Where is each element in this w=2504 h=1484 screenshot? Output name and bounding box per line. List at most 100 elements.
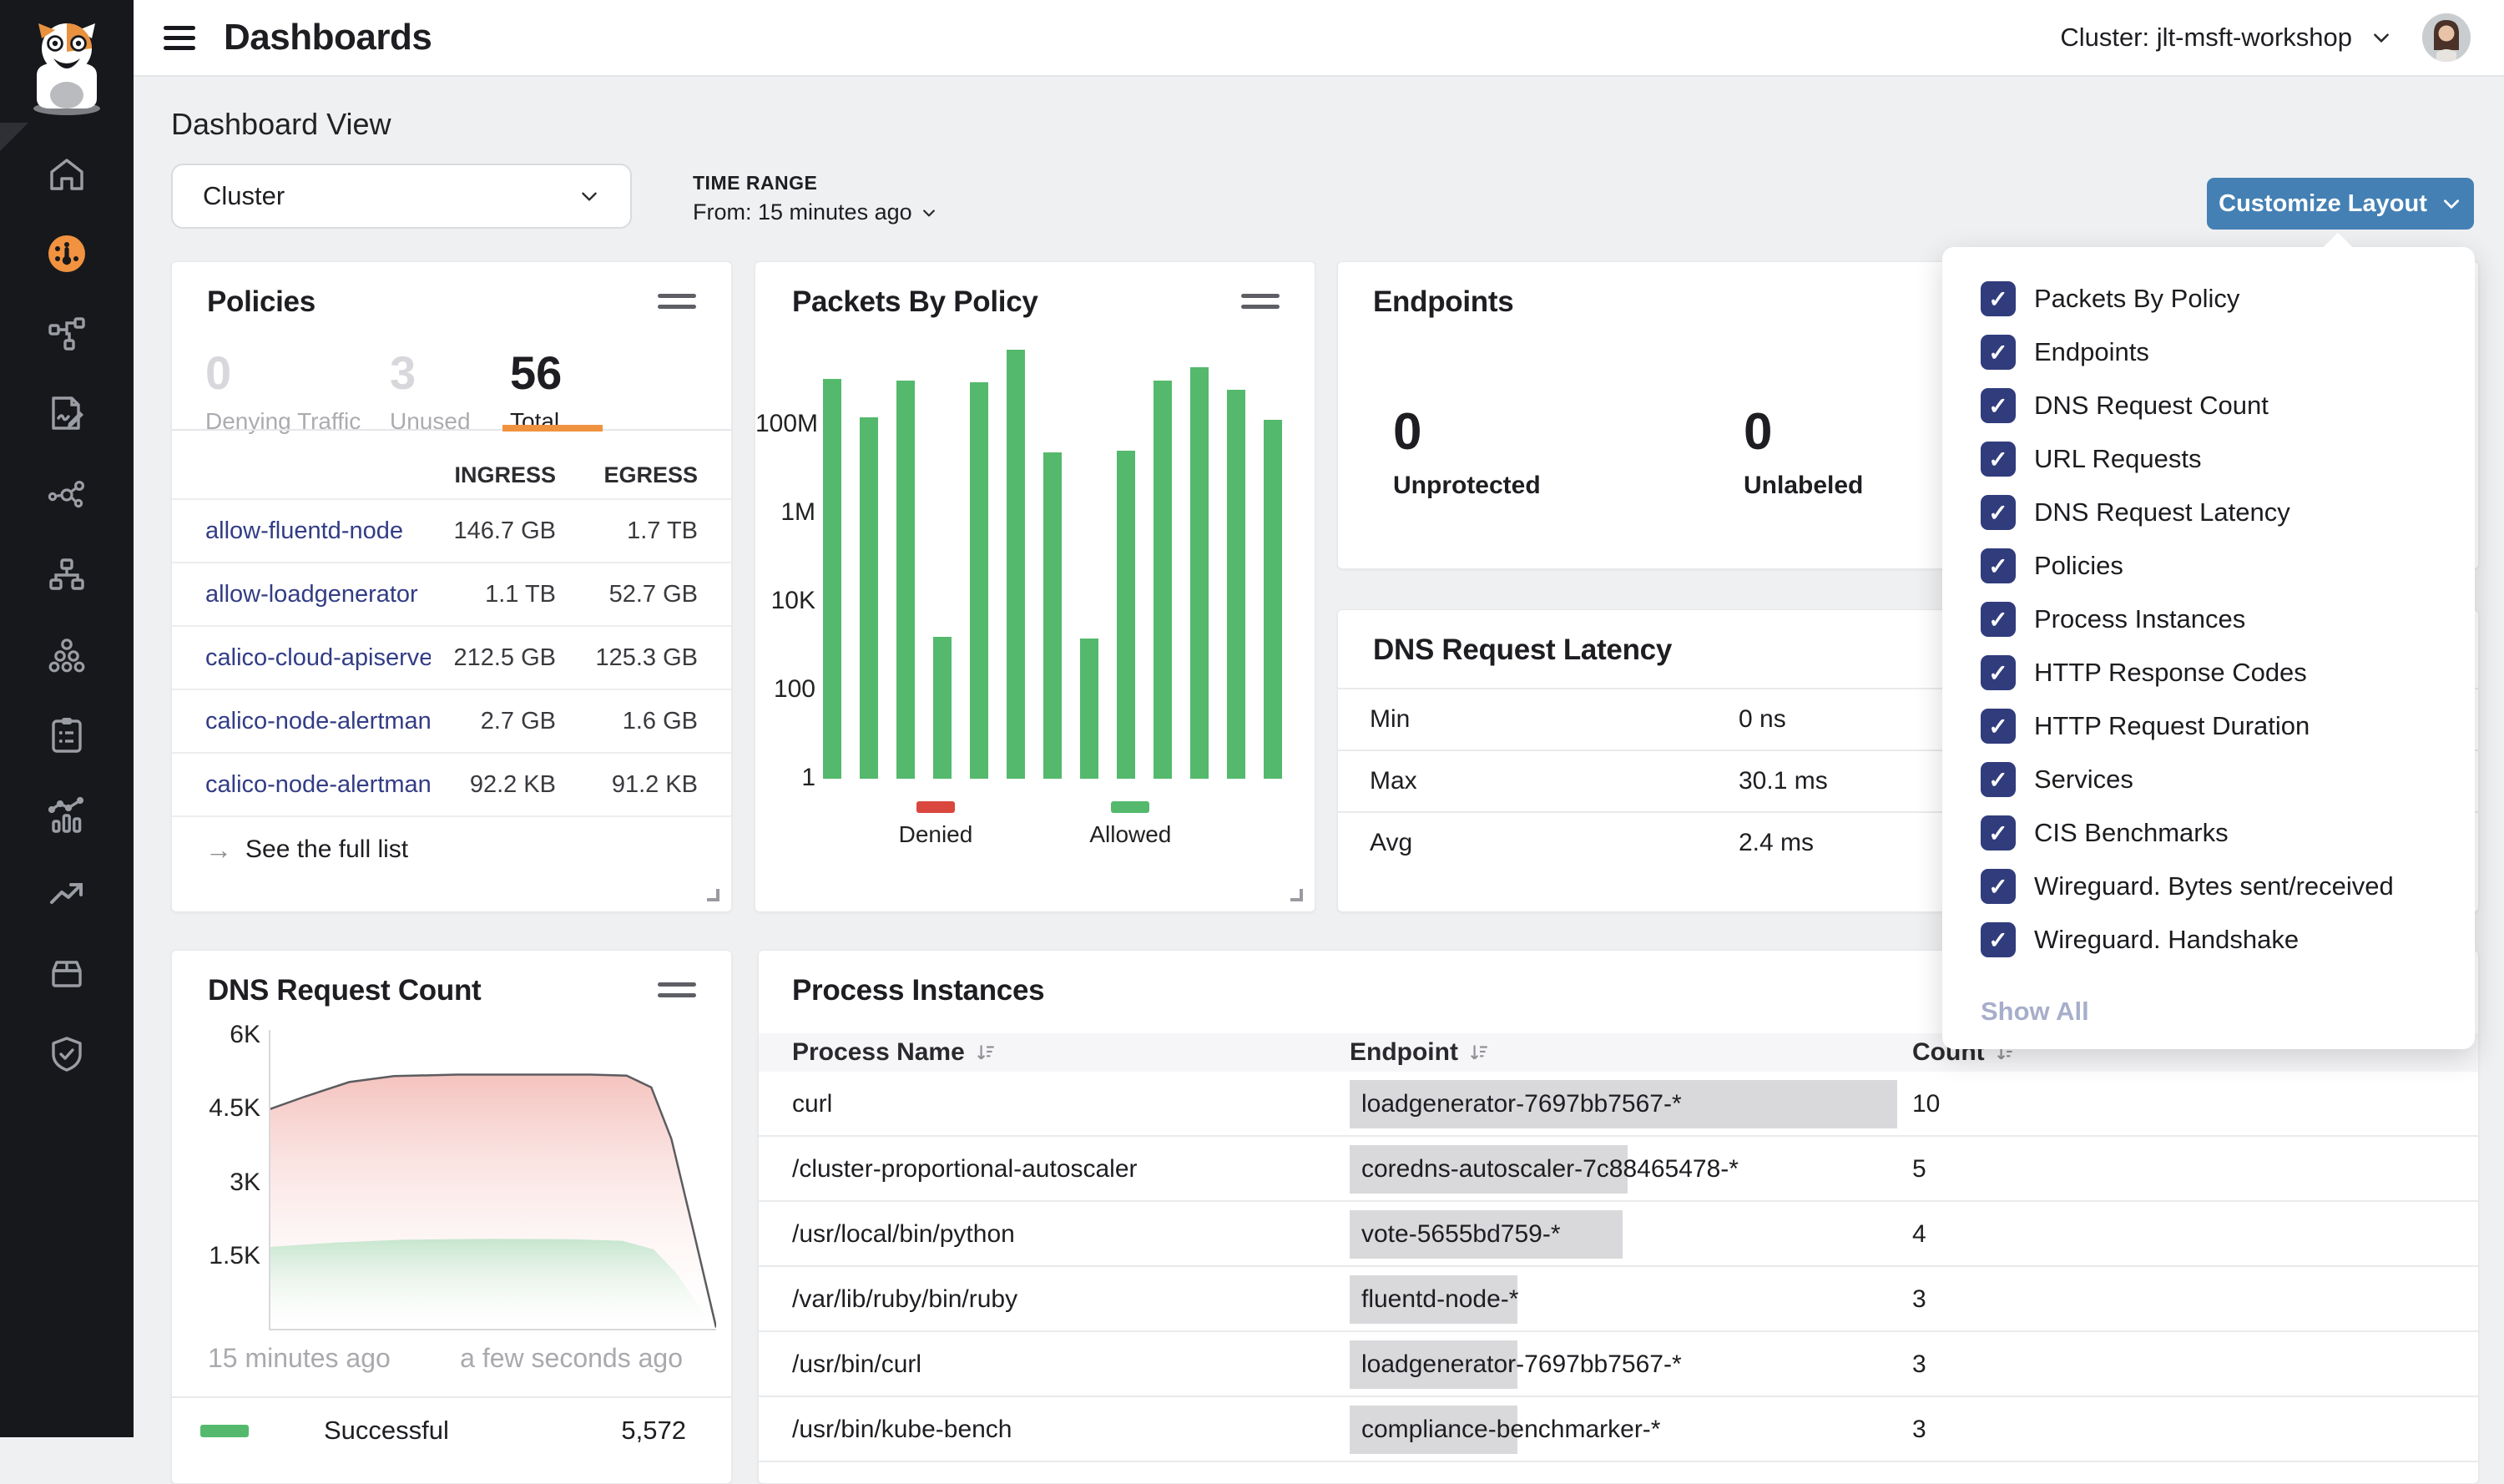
customize-menu-item[interactable]: ✓Wireguard. Bytes sent/received: [1981, 860, 2436, 913]
policy-egress-value: 125.3 GB: [556, 644, 698, 672]
checkbox-checked-icon[interactable]: ✓: [1981, 655, 2016, 690]
process-name: /var/lib/ruby/bin/ruby: [792, 1285, 1350, 1314]
checkbox-checked-icon[interactable]: ✓: [1981, 762, 2016, 797]
checkbox-checked-icon[interactable]: ✓: [1981, 922, 2016, 957]
sort-icon[interactable]: [1468, 1042, 1490, 1063]
drag-handle-icon[interactable]: [1241, 287, 1280, 315]
active-tab-underline: [502, 425, 603, 432]
legend-label: Allowed: [1089, 821, 1171, 848]
menu-item-label: HTTP Response Codes: [2034, 658, 2307, 688]
cluster-selector[interactable]: Cluster: jlt-msft-workshop: [2060, 23, 2392, 53]
customize-menu-item[interactable]: ✓Process Instances: [1981, 593, 2436, 646]
resize-handle[interactable]: [707, 889, 719, 901]
process-card-title: Process Instances: [792, 974, 1044, 1007]
checkbox-checked-icon[interactable]: ✓: [1981, 815, 2016, 851]
policies-stat-tab[interactable]: 3Unused: [390, 346, 510, 435]
packages-icon[interactable]: [47, 954, 87, 994]
legend-item-allowed: Allowed: [1089, 801, 1171, 848]
legend-swatch: [1111, 801, 1149, 813]
process-row: /cluster-proportional-autoscalercoredns-…: [759, 1137, 2478, 1202]
endpoint-cell: fluentd-node-*: [1350, 1267, 1912, 1332]
legend-item-denied: Denied: [899, 801, 973, 848]
menu-item-label: DNS Request Count: [2034, 391, 2269, 421]
endpoint-cell: loadgenerator-7697bb7567-*: [1350, 1332, 1912, 1397]
user-avatar[interactable]: [2422, 13, 2471, 62]
customize-menu-item[interactable]: ✓Packets By Policy: [1981, 272, 2436, 326]
policies-edit-icon[interactable]: [47, 393, 87, 433]
checkbox-checked-icon[interactable]: ✓: [1981, 602, 2016, 637]
policy-name-link[interactable]: calico-cloud-apiserver-…: [205, 644, 431, 672]
customize-menu-item[interactable]: ✓ HTTP Request Duration: [1981, 699, 2436, 753]
policies-table: allow-fluentd-node146.7 GB1.7 TB allow-lo…: [172, 498, 731, 815]
y-axis-tick: 4.5K: [172, 1094, 260, 1123]
policies-stat-tab[interactable]: 56Total: [510, 346, 562, 435]
time-range: TIME RANGE From: 15 minutes ago: [693, 172, 937, 225]
customize-menu-item[interactable]: ✓Policies: [1981, 539, 2436, 593]
customize-menu-item[interactable]: ✓ DNS Request Count: [1981, 379, 2436, 432]
policy-name-link[interactable]: allow-loadgenerator: [205, 581, 431, 608]
show-all-link[interactable]: Show All: [1981, 997, 2436, 1027]
see-full-list-link[interactable]: → See the full list: [172, 815, 731, 882]
checkbox-checked-icon[interactable]: ✓: [1981, 709, 2016, 744]
compliance-clipboard-icon[interactable]: [47, 714, 87, 755]
sort-icon[interactable]: [975, 1042, 997, 1063]
policy-egress-value: 1.6 GB: [556, 708, 698, 735]
customize-menu-item[interactable]: ✓URL Requests: [1981, 432, 2436, 486]
process-count: 3: [1912, 1416, 2445, 1444]
dashboards-gauge-icon[interactable]: [47, 234, 87, 274]
stat-label: Denying Traffic: [205, 408, 390, 435]
endpoint-cell: compliance-benchmarker-*: [1350, 1397, 1912, 1462]
statistics-icon[interactable]: [47, 795, 87, 835]
policy-ingress-value: 92.2 KB: [431, 771, 556, 799]
time-range-value[interactable]: From: 15 minutes ago: [693, 199, 937, 225]
checkbox-checked-icon[interactable]: ✓: [1981, 442, 2016, 477]
policy-egress-value: 1.7 TB: [556, 517, 698, 545]
process-count: 4: [1912, 1220, 2445, 1249]
customize-menu-item[interactable]: ✓Endpoints: [1981, 326, 2436, 379]
allowed-bar: [1043, 452, 1062, 779]
menu-item-label: HTTP Request Duration: [2034, 711, 2310, 741]
policies-stat-tab[interactable]: 0Denying Traffic: [205, 346, 390, 435]
customize-menu-item[interactable]: ✓DNS Request Latency: [1981, 486, 2436, 539]
policy-ingress-value: 146.7 GB: [431, 517, 556, 545]
customize-layout-button[interactable]: Customize Layout: [2207, 178, 2474, 230]
endpoint-value: loadgenerator-7697bb7567-*: [1361, 1332, 1682, 1397]
customize-menu-item[interactable]: ✓CIS Benchmarks: [1981, 806, 2436, 860]
policy-name-link[interactable]: allow-fluentd-node: [205, 517, 431, 545]
checkbox-checked-icon[interactable]: ✓: [1981, 335, 2016, 370]
checkbox-checked-icon[interactable]: ✓: [1981, 281, 2016, 316]
clusters-icon[interactable]: [47, 634, 87, 674]
y-axis-tick: 1: [755, 764, 815, 792]
checkbox-checked-icon[interactable]: ✓: [1981, 388, 2016, 423]
y-axis-tick: 1M: [755, 498, 815, 527]
service-graph-icon[interactable]: [47, 314, 87, 354]
network-tree-icon[interactable]: [47, 555, 87, 595]
drag-handle-icon[interactable]: [658, 976, 696, 1004]
view-select[interactable]: Cluster: [171, 164, 632, 229]
drag-handle-icon[interactable]: [658, 287, 696, 315]
resize-handle[interactable]: [1290, 889, 1303, 901]
checkbox-checked-icon[interactable]: ✓: [1981, 869, 2016, 904]
endpoints-card-title: Endpoints: [1373, 285, 1513, 319]
customize-menu-item[interactable]: ✓Services: [1981, 753, 2436, 806]
policy-name-link[interactable]: calico-node-alertmana…: [205, 708, 431, 735]
unprotected-stat: 0 Unprotected: [1393, 402, 1541, 500]
bar-chart-legend: Denied Allowed: [755, 801, 1315, 848]
network-flows-icon[interactable]: [47, 475, 87, 515]
y-axis-tick: 1.5K: [172, 1242, 260, 1270]
customize-menu-item[interactable]: ✓ HTTP Response Codes: [1981, 646, 2436, 699]
dns-request-count-card: DNS Request Count 1.5K3K4.5K6K 15 minute…: [171, 950, 732, 1484]
security-shield-icon[interactable]: [47, 1034, 87, 1074]
customize-menu-item[interactable]: ✓Wireguard. Handshake: [1981, 913, 2436, 967]
policy-name-link[interactable]: calico-node-alertmana…: [205, 771, 431, 799]
checkbox-checked-icon[interactable]: ✓: [1981, 495, 2016, 530]
menu-hamburger-icon[interactable]: [164, 20, 195, 56]
trends-icon[interactable]: [47, 874, 87, 914]
checkbox-checked-icon[interactable]: ✓: [1981, 548, 2016, 583]
policies-card: Policies 0Denying Traffic3Unused56Total …: [171, 261, 732, 912]
home-icon[interactable]: [47, 155, 87, 195]
stat-value: 3: [390, 346, 510, 400]
calico-cat-logo[interactable]: [20, 18, 114, 121]
allowed-bar: [1227, 390, 1245, 779]
x-axis-label-start: 15 minutes ago: [208, 1343, 391, 1374]
